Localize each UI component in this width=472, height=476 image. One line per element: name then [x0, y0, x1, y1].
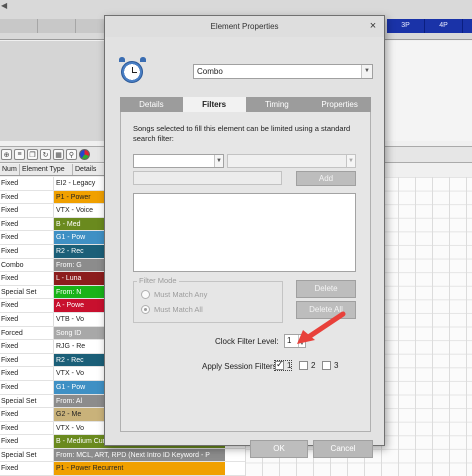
filter-description: Songs selected to fill this element can …	[133, 124, 351, 143]
element-type-cell: Special Set	[1, 288, 37, 296]
element-type-cell: Special Set	[1, 451, 37, 459]
ruler-hours-right: 3P4P5P	[387, 19, 472, 33]
list-icon[interactable]: ≡	[14, 149, 25, 160]
column-header-num[interactable]: Num	[0, 164, 20, 175]
add-button[interactable]: Add	[296, 171, 356, 186]
match-all-option[interactable]: Must Match All	[141, 305, 203, 314]
element-type-cell: Fixed	[1, 438, 19, 446]
cancel-button[interactable]: Cancel	[313, 440, 373, 458]
match-all-label: Must Match All	[154, 305, 203, 314]
chevron-down-icon[interactable]: ▼	[214, 155, 223, 167]
element-type-cell: Fixed	[1, 207, 19, 215]
ruler-cell	[38, 19, 76, 33]
filters-panel: Songs selected to fill this element can …	[120, 112, 371, 432]
alarm-clock-icon	[121, 61, 143, 83]
apply-session-filters-label: Apply Session Filters:	[202, 362, 279, 371]
session-filter-1-checkbox[interactable]: 1	[273, 359, 293, 371]
checkbox-label: 1	[287, 361, 292, 370]
clock-filter-level-label: Clock Filter Level:	[215, 337, 279, 346]
match-any-option[interactable]: Must Match Any	[141, 290, 207, 299]
filter-operator-select[interactable]: ▼	[227, 154, 356, 168]
match-any-label: Must Match Any	[154, 290, 208, 299]
ruler-cell: 5P	[463, 19, 472, 33]
element-properties-dialog: Element Properties × Combo ▼ Details Filt…	[104, 15, 385, 458]
refresh-icon[interactable]: ↻	[40, 149, 51, 160]
column-header-element-type[interactable]: Element Type	[20, 164, 73, 175]
element-type-cell: Fixed	[1, 180, 19, 187]
filter-field-select[interactable]: ▼	[133, 154, 224, 168]
close-icon[interactable]: ×	[366, 19, 380, 33]
checkbox-label: 2	[311, 361, 316, 370]
clock-bell-left	[119, 57, 125, 62]
ruler-cell	[0, 19, 38, 33]
element-type-cell: Fixed	[1, 275, 19, 283]
filter-list[interactable]	[133, 193, 356, 272]
session-filter-2-checkbox[interactable]: 2	[299, 361, 315, 370]
checkbox-box[interactable]	[275, 359, 284, 370]
copy-icon[interactable]: ❐	[27, 149, 38, 160]
details-cell: From: MCL, ART, RPD (Next Intro ID Keywo…	[53, 448, 225, 462]
element-type-cell: Fixed	[1, 220, 19, 228]
element-type-cell: Fixed	[1, 343, 19, 351]
ok-button[interactable]: OK	[250, 440, 308, 458]
element-type-cell: Fixed	[1, 247, 19, 255]
session-filter-3-checkbox[interactable]: 3	[322, 361, 338, 370]
element-type-cell: Fixed	[1, 370, 19, 378]
clock-filter-level-stepper[interactable]: 1 ▲ ▼	[284, 334, 306, 348]
delete-all-button[interactable]: Delete All	[296, 301, 356, 319]
navigate-icon[interactable]: ⊕	[1, 149, 12, 160]
element-type-cell: Forced	[1, 329, 23, 337]
clock-bell-right	[140, 57, 146, 62]
element-type-cell: Special Set	[1, 397, 37, 405]
ruler-cell: 4P	[425, 19, 463, 33]
delete-button[interactable]: Delete	[296, 280, 356, 298]
match-any-radio[interactable]	[141, 290, 150, 299]
element-type-cell: Fixed	[1, 315, 19, 323]
pie-chart-icon[interactable]	[79, 149, 90, 160]
search-icon[interactable]: ⚲	[66, 149, 77, 160]
tab-properties[interactable]: Properties	[308, 97, 371, 112]
element-type-cell: Fixed	[1, 411, 19, 419]
checkbox-label: 3	[334, 361, 339, 370]
element-type-cell: Fixed	[1, 234, 19, 242]
filter-value-field[interactable]	[133, 171, 282, 185]
upper-panel-right	[380, 41, 472, 141]
element-type-select[interactable]: Combo ▼	[193, 64, 373, 79]
clock-filter-level-value: 1	[287, 336, 292, 345]
element-type-cell: Fixed	[1, 424, 19, 432]
tab-bar: Details Filters Timing Properties	[120, 97, 371, 113]
dialog-title: Element Properties	[105, 16, 384, 37]
layout-icon[interactable]: ▦	[53, 149, 64, 160]
element-type-cell: Combo	[1, 261, 24, 269]
tab-details[interactable]: Details	[120, 97, 183, 112]
element-type-cell: Fixed	[1, 302, 19, 310]
dialog-body: Combo ▼ Details Filters Timing Properties S…	[105, 37, 384, 458]
match-all-radio[interactable]	[141, 305, 150, 314]
checkbox-box[interactable]	[322, 361, 331, 370]
element-type-cell: Fixed	[1, 465, 19, 473]
filter-mode-legend: Filter Mode	[137, 276, 179, 285]
element-type-cell: Fixed	[1, 383, 19, 391]
tab-timing[interactable]: Timing	[246, 97, 309, 112]
chevron-down-icon[interactable]: ▼	[361, 65, 372, 78]
collapse-arrow-icon[interactable]: ◀	[1, 1, 7, 10]
element-type-value: Combo	[197, 67, 223, 76]
tab-filters[interactable]: Filters	[182, 97, 246, 113]
stepper-arrows-icon[interactable]: ▲ ▼	[298, 335, 305, 347]
element-type-cell: Fixed	[1, 193, 19, 201]
element-type-cell: Fixed	[1, 356, 19, 364]
chevron-down-icon[interactable]: ▼	[346, 155, 355, 167]
filter-mode-group: Filter Mode Must Match Any Must Match Al…	[133, 276, 283, 323]
details-cell: P1 - Power Recurrent	[53, 462, 225, 476]
checkbox-box[interactable]	[299, 361, 308, 370]
ruler-cell: 3P	[387, 19, 425, 33]
